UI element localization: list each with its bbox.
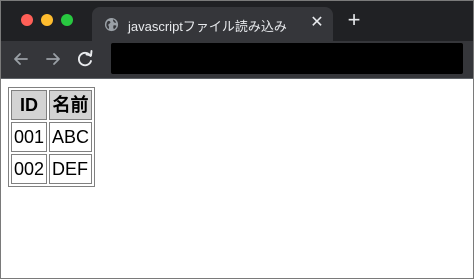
back-arrow-icon[interactable] <box>10 48 32 70</box>
new-tab-button[interactable]: + <box>345 9 363 31</box>
table-header-row: ID 名前 <box>11 90 93 120</box>
browser-window: javascriptファイル読み込み ✕ + ID 名前 001 ABC 002… <box>0 0 474 279</box>
globe-icon <box>104 17 119 32</box>
address-bar[interactable] <box>111 43 463 74</box>
table-row: 001 ABC <box>11 122 93 152</box>
tab-close-icon[interactable]: ✕ <box>309 15 325 31</box>
browser-tab[interactable]: javascriptファイル読み込み ✕ <box>92 7 333 41</box>
data-table: ID 名前 001 ABC 002 DEF <box>8 87 96 187</box>
table-cell-name: DEF <box>49 154 93 184</box>
table-row: 002 DEF <box>11 154 93 184</box>
forward-arrow-icon[interactable] <box>42 48 64 70</box>
title-bar: javascriptファイル読み込み ✕ + <box>1 1 473 41</box>
window-minimize-button[interactable] <box>41 14 53 26</box>
window-close-button[interactable] <box>21 14 33 26</box>
table-header-name: 名前 <box>49 90 93 120</box>
table-header-id: ID <box>11 90 48 120</box>
table-cell-name: ABC <box>49 122 93 152</box>
tab-title: javascriptファイル読み込み <box>128 19 287 34</box>
table-cell-id: 001 <box>11 122 48 152</box>
browser-toolbar <box>1 41 473 78</box>
window-maximize-button[interactable] <box>61 14 73 26</box>
reload-icon[interactable] <box>74 48 96 70</box>
page-content: ID 名前 001 ABC 002 DEF <box>1 79 473 278</box>
table-cell-id: 002 <box>11 154 48 184</box>
